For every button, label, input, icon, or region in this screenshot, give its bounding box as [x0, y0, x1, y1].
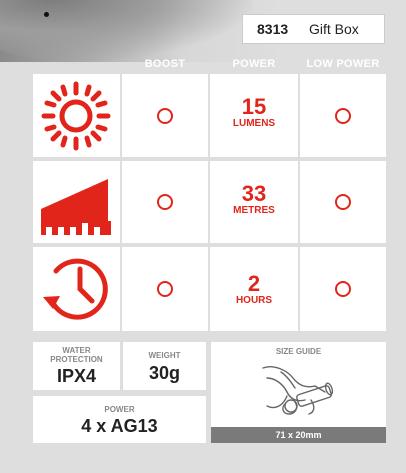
product-code: 8313 — [257, 21, 289, 37]
row-icon-cell-3 — [33, 247, 120, 331]
water-protection-label: WATER PROTECTION — [50, 346, 103, 364]
power-value: 4 x AG13 — [81, 416, 158, 436]
weight-value: 30g — [148, 363, 181, 383]
column-header-low-power: LOW POWER — [306, 58, 380, 70]
radio-circle-icon — [335, 194, 351, 210]
runtime-unit: HOURS — [235, 295, 273, 306]
column-header-power: POWER — [232, 58, 276, 70]
low-power-option-1[interactable] — [300, 74, 386, 157]
power-spec: POWER 4 x AG13 — [33, 396, 206, 443]
hero-dot — [44, 12, 49, 17]
power-value-cell-2: 33 METRES — [210, 161, 298, 243]
product-sku-box: 8313 Gift Box — [242, 14, 385, 44]
low-power-option-2[interactable] — [300, 161, 386, 243]
beam-distance-icon — [41, 179, 111, 235]
product-name: Gift Box — [309, 21, 359, 37]
power-label: POWER — [104, 405, 135, 414]
water-protection-value: IPX4 — [56, 366, 97, 386]
low-power-option-3[interactable] — [300, 247, 386, 331]
row-icon-cell-2 — [33, 161, 120, 243]
hand-holding-light-icon — [262, 366, 334, 415]
distance-value: 33 — [241, 181, 267, 206]
weight-label: WEIGHT — [148, 351, 181, 360]
boost-option-1[interactable] — [122, 74, 208, 157]
column-header-boost: BOOST — [144, 58, 186, 70]
radio-circle-icon — [335, 107, 351, 124]
radio-circle-icon — [157, 281, 173, 297]
weight-spec: WEIGHT 30g — [123, 342, 206, 390]
power-value-cell-3: 2 HOURS — [210, 247, 298, 331]
radio-circle-icon — [335, 281, 351, 297]
row-icon-cell-1 — [33, 74, 120, 157]
lumens-value: 15 — [241, 94, 267, 119]
lumens-unit: LUMENS — [232, 118, 276, 129]
sun-icon — [41, 81, 111, 151]
boost-option-3[interactable] — [122, 247, 208, 331]
clock-icon — [43, 258, 108, 320]
size-guide-label: SIZE GUIDE — [275, 347, 322, 356]
radio-circle-icon — [157, 107, 173, 124]
distance-unit: METRES — [233, 205, 275, 216]
power-value-cell-1: 15 LUMENS — [210, 74, 298, 157]
water-protection-spec: WATER PROTECTION IPX4 — [33, 342, 120, 390]
boost-option-2[interactable] — [122, 161, 208, 243]
size-guide-dimensions: 71 x 20mm — [211, 427, 386, 443]
size-guide-spec: SIZE GUIDE 71 x 20mm — [211, 342, 386, 443]
runtime-value: 2 — [247, 271, 261, 296]
radio-circle-icon — [157, 194, 173, 210]
